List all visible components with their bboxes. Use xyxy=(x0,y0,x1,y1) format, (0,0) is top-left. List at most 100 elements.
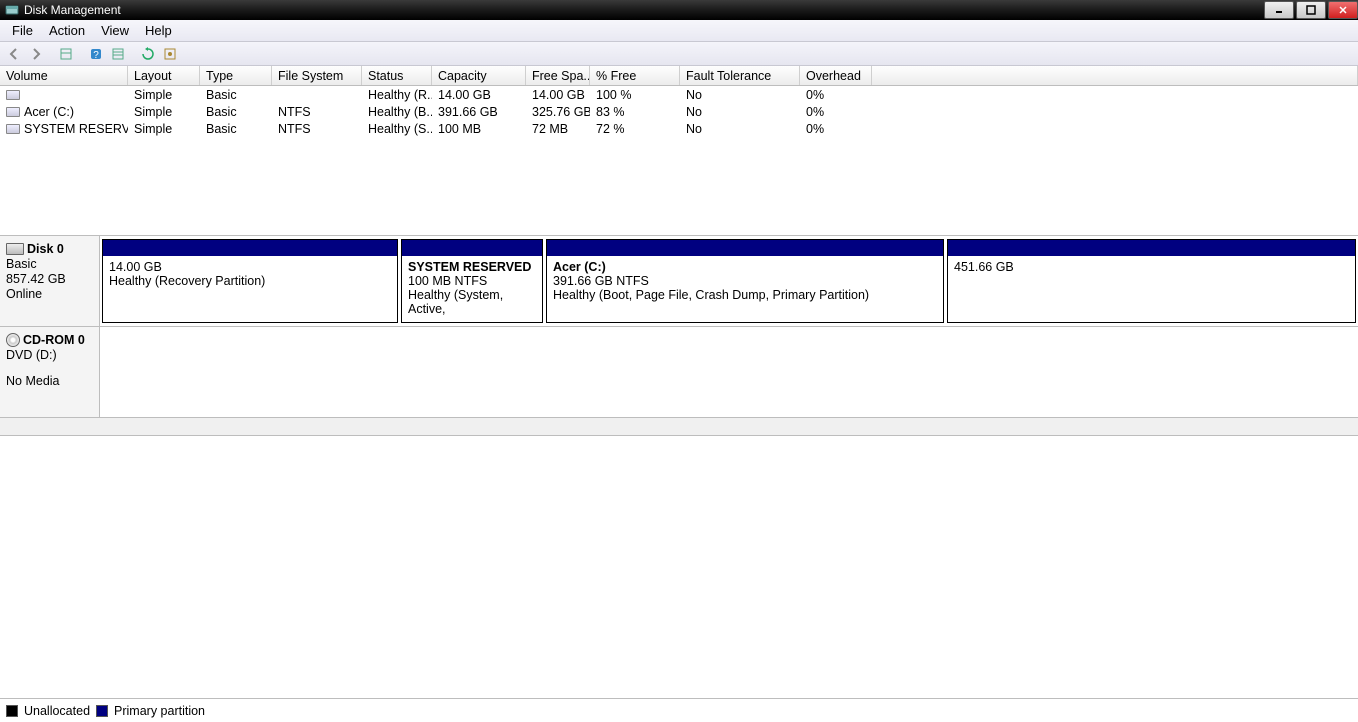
disk-type: Basic xyxy=(6,257,93,271)
cell-type: Basic xyxy=(200,86,272,103)
partition-recovery[interactable]: 14.00 GB Healthy (Recovery Partition) xyxy=(102,239,398,323)
disk-title: CD-ROM 0 xyxy=(23,333,85,347)
menu-file[interactable]: File xyxy=(4,21,41,40)
cell-fault: No xyxy=(680,120,800,137)
disk-size: 857.42 GB xyxy=(6,272,93,286)
legend-primary: Primary partition xyxy=(114,704,205,718)
disk-row-cdrom: CD-ROM 0 DVD (D:) No Media xyxy=(0,327,1358,418)
cell-layout: Simple xyxy=(128,103,200,120)
window-controls xyxy=(1262,0,1358,20)
volume-list: Volume Layout Type File System Status Ca… xyxy=(0,66,1358,236)
cell-overhead: 0% xyxy=(800,103,872,120)
volume-row[interactable]: Acer (C:) Simple Basic NTFS Healthy (B..… xyxy=(0,103,1358,120)
partition-c[interactable]: Acer (C:) 391.66 GB NTFS Healthy (Boot, … xyxy=(546,239,944,323)
cell-type: Basic xyxy=(200,120,272,137)
cell-capacity: 100 MB xyxy=(432,120,526,137)
disk-label[interactable]: Disk 0 Basic 857.42 GB Online xyxy=(0,236,100,326)
cell-pfree: 83 % xyxy=(590,103,680,120)
cell-layout: Simple xyxy=(128,86,200,103)
menubar: File Action View Help xyxy=(0,20,1358,42)
cell-fs xyxy=(272,86,362,103)
cell-pfree: 100 % xyxy=(590,86,680,103)
swatch-unallocated xyxy=(6,705,18,717)
col-pfree[interactable]: % Free xyxy=(590,66,680,85)
cell-status: Healthy (S... xyxy=(362,120,432,137)
help-icon[interactable]: ? xyxy=(86,44,106,64)
partition-sizefs: 100 MB NTFS xyxy=(408,274,536,288)
col-type[interactable]: Type xyxy=(200,66,272,85)
refresh-icon[interactable] xyxy=(138,44,158,64)
maximize-button[interactable] xyxy=(1296,1,1326,19)
partition-status: Healthy (System, Active, xyxy=(408,288,536,316)
volume-name: Acer (C:) xyxy=(24,105,74,119)
disk-type: DVD (D:) xyxy=(6,348,93,362)
cell-free: 14.00 GB xyxy=(526,86,590,103)
volume-icon xyxy=(6,107,20,117)
col-fault[interactable]: Fault Tolerance xyxy=(680,66,800,85)
cell-fault: No xyxy=(680,86,800,103)
partition-system-reserved[interactable]: SYSTEM RESERVED 100 MB NTFS Healthy (Sys… xyxy=(401,239,543,323)
cell-type: Basic xyxy=(200,103,272,120)
toolbar-list-icon[interactable] xyxy=(108,44,128,64)
settings-icon[interactable] xyxy=(160,44,180,64)
volume-list-header: Volume Layout Type File System Status Ca… xyxy=(0,66,1358,86)
cell-status: Healthy (R... xyxy=(362,86,432,103)
disk-graphical-view: Disk 0 Basic 857.42 GB Online 14.00 GB H… xyxy=(0,236,1358,436)
partition-size: 14.00 GB xyxy=(109,260,391,274)
close-button[interactable] xyxy=(1328,1,1358,19)
volume-row[interactable]: SYSTEM RESERVED Simple Basic NTFS Health… xyxy=(0,120,1358,137)
svg-text:?: ? xyxy=(93,50,99,61)
volume-icon xyxy=(6,90,20,100)
partition-sizefs: 391.66 GB NTFS xyxy=(553,274,937,288)
legend-bar: Unallocated Primary partition xyxy=(0,698,1358,722)
partition-status: Healthy (Recovery Partition) xyxy=(109,274,391,288)
nav-forward-icon[interactable] xyxy=(26,44,46,64)
col-status[interactable]: Status xyxy=(362,66,432,85)
volume-icon xyxy=(6,124,20,134)
partition-status: Healthy (Boot, Page File, Crash Dump, Pr… xyxy=(553,288,937,302)
menu-view[interactable]: View xyxy=(93,21,137,40)
legend-unallocated: Unallocated xyxy=(24,704,90,718)
volume-row[interactable]: Simple Basic Healthy (R... 14.00 GB 14.0… xyxy=(0,86,1358,103)
cell-fault: No xyxy=(680,103,800,120)
cell-fs: NTFS xyxy=(272,120,362,137)
cell-capacity: 14.00 GB xyxy=(432,86,526,103)
partition-title: Acer (C:) xyxy=(553,260,937,274)
toolbar: ? xyxy=(0,42,1358,66)
volume-name: SYSTEM RESERVED xyxy=(24,122,128,136)
cell-capacity: 391.66 GB xyxy=(432,103,526,120)
disk-label[interactable]: CD-ROM 0 DVD (D:) No Media xyxy=(0,327,100,417)
col-capacity[interactable]: Capacity xyxy=(432,66,526,85)
partition-unallocated[interactable]: 451.66 GB xyxy=(947,239,1356,323)
disk-status: Online xyxy=(6,287,93,301)
col-layout[interactable]: Layout xyxy=(128,66,200,85)
menu-help[interactable]: Help xyxy=(137,21,180,40)
nav-back-icon[interactable] xyxy=(4,44,24,64)
titlebar: Disk Management xyxy=(0,0,1358,20)
app-icon xyxy=(4,2,20,18)
cell-overhead: 0% xyxy=(800,120,872,137)
col-free[interactable]: Free Spa... xyxy=(526,66,590,85)
cell-free: 325.76 GB xyxy=(526,103,590,120)
cell-free: 72 MB xyxy=(526,120,590,137)
col-fs[interactable]: File System xyxy=(272,66,362,85)
disk-status: No Media xyxy=(6,374,93,388)
minimize-button[interactable] xyxy=(1264,1,1294,19)
cdrom-icon xyxy=(6,333,20,347)
swatch-primary xyxy=(96,705,108,717)
hdd-icon xyxy=(6,243,24,255)
disk-title: Disk 0 xyxy=(27,242,64,256)
cell-status: Healthy (B... xyxy=(362,103,432,120)
partition-size: 451.66 GB xyxy=(954,260,1349,274)
col-overhead[interactable]: Overhead xyxy=(800,66,872,85)
disk-row-0: Disk 0 Basic 857.42 GB Online 14.00 GB H… xyxy=(0,236,1358,327)
partition-title: SYSTEM RESERVED xyxy=(408,260,536,274)
menu-action[interactable]: Action xyxy=(41,21,93,40)
cell-pfree: 72 % xyxy=(590,120,680,137)
cell-layout: Simple xyxy=(128,120,200,137)
col-volume[interactable]: Volume xyxy=(0,66,128,85)
toolbar-panel-icon[interactable] xyxy=(56,44,76,64)
window-title: Disk Management xyxy=(24,3,121,17)
cell-overhead: 0% xyxy=(800,86,872,103)
cell-fs: NTFS xyxy=(272,103,362,120)
